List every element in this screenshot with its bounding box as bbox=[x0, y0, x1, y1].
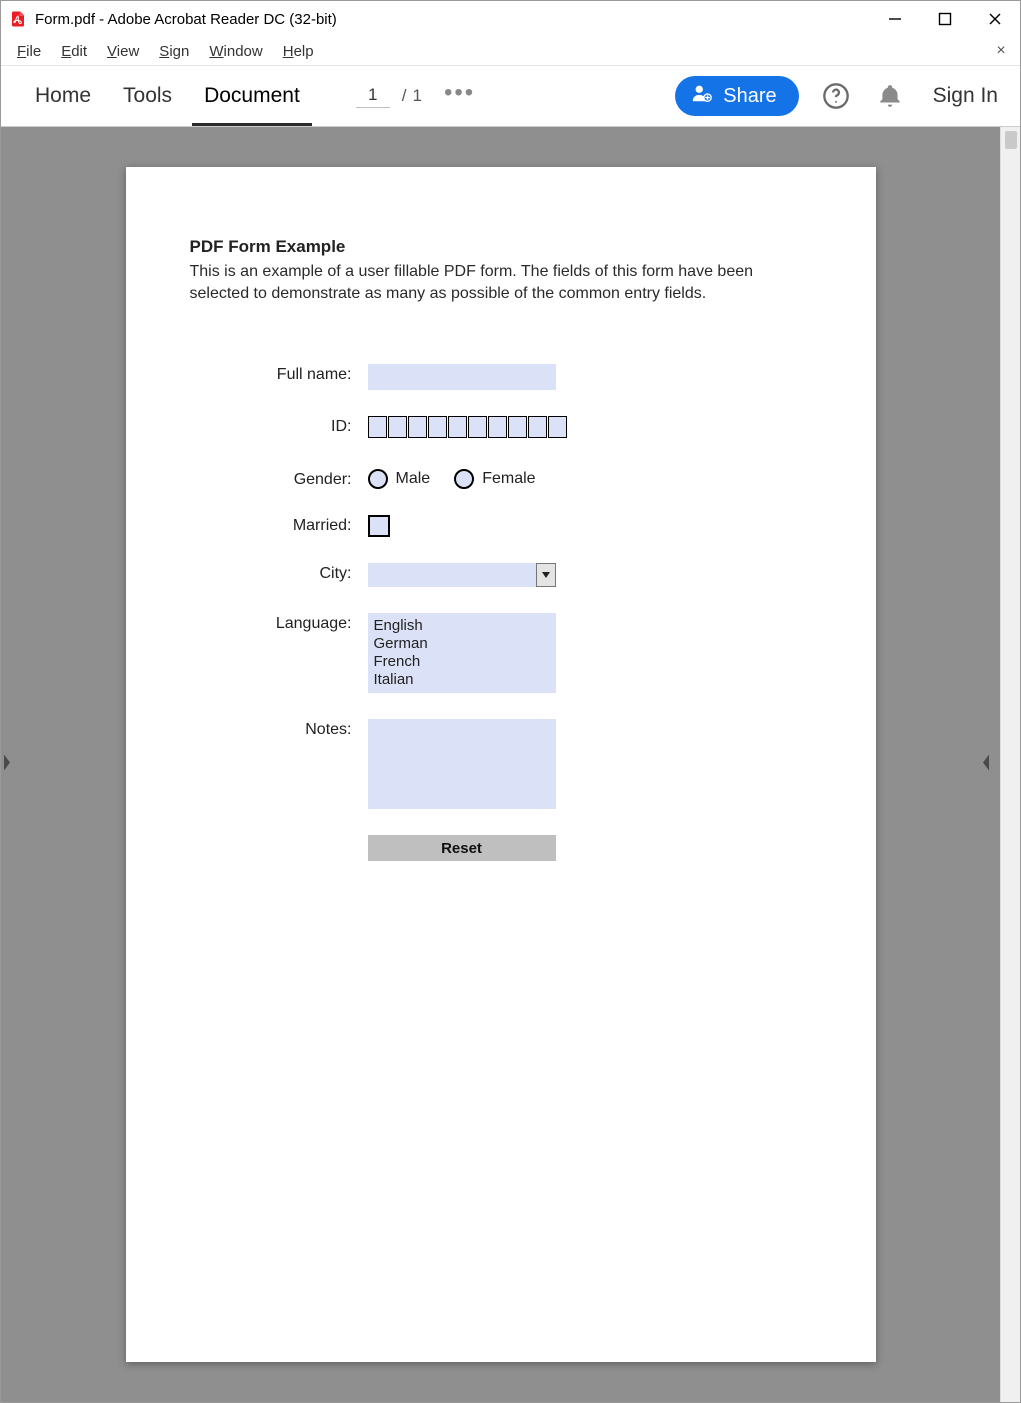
tab-document[interactable]: Document bbox=[188, 66, 316, 126]
menu-view[interactable]: View bbox=[97, 41, 149, 62]
tab-tools[interactable]: Tools bbox=[107, 66, 188, 126]
list-item[interactable]: French bbox=[374, 653, 550, 671]
help-icon[interactable] bbox=[819, 79, 853, 113]
menu-sign[interactable]: Sign bbox=[149, 41, 199, 62]
menu-bar: File Edit View Sign Window Help × bbox=[1, 37, 1020, 65]
left-panel-handle[interactable] bbox=[1, 750, 19, 779]
form-title: PDF Form Example bbox=[190, 237, 812, 257]
reset-button[interactable]: Reset bbox=[368, 835, 556, 861]
city-select-arrow[interactable] bbox=[536, 563, 556, 587]
pdf-page: PDF Form Example This is an example of a… bbox=[126, 167, 876, 1362]
label-married: Married: bbox=[190, 515, 368, 535]
minimize-button[interactable] bbox=[870, 1, 920, 37]
language-listbox[interactable]: English German French Italian bbox=[368, 613, 556, 693]
menu-help[interactable]: Help bbox=[273, 41, 324, 62]
maximize-button[interactable] bbox=[920, 1, 970, 37]
label-id: ID: bbox=[190, 416, 368, 436]
close-panel-icon[interactable]: × bbox=[988, 42, 1014, 60]
menu-edit[interactable]: Edit bbox=[51, 41, 97, 62]
gender-male-label: Male bbox=[396, 470, 431, 488]
vertical-scrollbar[interactable] bbox=[1000, 127, 1020, 1402]
window-title: Form.pdf - Adobe Acrobat Reader DC (32-b… bbox=[35, 11, 870, 28]
fullname-input[interactable] bbox=[368, 364, 556, 390]
right-panel-handle[interactable] bbox=[980, 750, 998, 779]
menu-file[interactable]: File bbox=[7, 41, 51, 62]
page-separator: / bbox=[402, 86, 407, 106]
menu-window[interactable]: Window bbox=[199, 41, 272, 62]
sign-in-link[interactable]: Sign In bbox=[933, 84, 998, 108]
toolbar: Home Tools Document 1 / 1 ••• Share Sign… bbox=[1, 65, 1020, 127]
label-gender: Gender: bbox=[190, 469, 368, 489]
share-label: Share bbox=[723, 85, 776, 108]
gender-female-radio[interactable] bbox=[454, 469, 474, 489]
scrollbar-thumb[interactable] bbox=[1005, 131, 1017, 149]
share-icon bbox=[691, 82, 713, 110]
list-item[interactable]: Italian bbox=[374, 671, 550, 689]
list-item[interactable]: English bbox=[374, 617, 550, 635]
label-city: City: bbox=[190, 563, 368, 583]
tab-home[interactable]: Home bbox=[19, 66, 107, 126]
page-indicator: 1 / 1 bbox=[356, 85, 422, 108]
list-item[interactable]: German bbox=[374, 635, 550, 653]
total-pages: 1 bbox=[413, 86, 422, 106]
bell-icon[interactable] bbox=[873, 79, 907, 113]
close-window-button[interactable] bbox=[970, 1, 1020, 37]
label-notes: Notes: bbox=[190, 719, 368, 739]
current-page-input[interactable]: 1 bbox=[356, 85, 390, 108]
label-language: Language: bbox=[190, 613, 368, 633]
married-checkbox[interactable] bbox=[368, 515, 390, 537]
city-select[interactable] bbox=[368, 563, 536, 587]
gender-female-label: Female bbox=[482, 470, 535, 488]
notes-textarea[interactable] bbox=[368, 719, 556, 809]
label-fullname: Full name: bbox=[190, 364, 368, 384]
gender-male-radio[interactable] bbox=[368, 469, 388, 489]
share-button[interactable]: Share bbox=[675, 76, 798, 116]
id-comb-input[interactable] bbox=[368, 416, 567, 438]
title-bar: Form.pdf - Adobe Acrobat Reader DC (32-b… bbox=[1, 1, 1020, 37]
document-viewport[interactable]: PDF Form Example This is an example of a… bbox=[1, 127, 1000, 1402]
form-description: This is an example of a user fillable PD… bbox=[190, 261, 812, 304]
acrobat-icon bbox=[9, 10, 27, 28]
